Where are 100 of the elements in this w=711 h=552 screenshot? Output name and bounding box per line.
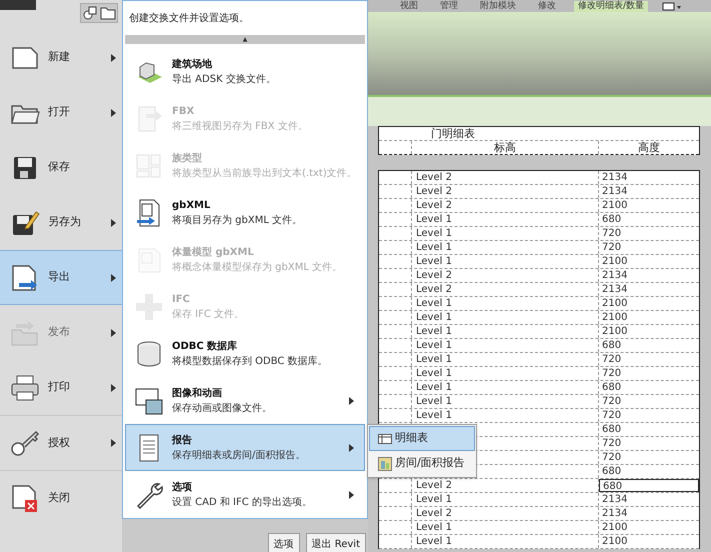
table-cell: Level 1 <box>416 494 452 505</box>
ribbon-tab[interactable]: 修改 <box>534 1 560 12</box>
table-cell: Level 1 <box>416 340 452 351</box>
panel-dropdown-icon[interactable] <box>662 2 682 12</box>
table-cell[interactable]: 2100 <box>599 521 699 534</box>
table-cell[interactable]: 720 <box>599 437 699 450</box>
table-cell[interactable]: 680 <box>599 479 699 492</box>
footer-button[interactable]: 选项 <box>268 533 300 552</box>
option-title: 建筑场地 <box>172 58 213 72</box>
key-icon <box>10 428 40 458</box>
option-description: 保存 IFC 文件。 <box>172 308 246 322</box>
submenu-item[interactable]: 房间/面积报告 <box>369 451 475 476</box>
option-description: 保存动画或图像文件。 <box>172 402 273 416</box>
option-title: 体量模型 gbXML <box>172 246 255 260</box>
option-title: 族类型 <box>172 152 203 166</box>
table-cell[interactable]: 720 <box>599 353 699 366</box>
panel-header: 创建交换文件并设置选项。 <box>128 12 250 26</box>
ribbon-tab[interactable]: 附加模块 <box>476 1 520 12</box>
option-title: FBX <box>172 104 196 118</box>
ribbon-tab[interactable]: 管理 <box>436 1 462 12</box>
submenu-item[interactable]: 明细表 <box>369 426 475 451</box>
table-cell: Level 1 <box>416 214 452 225</box>
export-option[interactable]: 图像和动画 保存动画或图像文件。 <box>125 377 365 424</box>
table-cell: Level 2 <box>416 508 452 519</box>
export-option[interactable]: 报告 保存明细表或房间/面积报告。 <box>125 424 365 471</box>
room-report-icon <box>378 456 392 470</box>
table-cell: Level 1 <box>416 382 452 393</box>
table-cell: Level 1 <box>416 396 452 407</box>
table-cell[interactable]: 680 <box>599 339 699 352</box>
column-header[interactable]: 标高 <box>412 141 599 154</box>
table-cell[interactable]: 720 <box>599 227 699 240</box>
table-cell[interactable]: 2100 <box>599 325 699 338</box>
table-cell[interactable]: 2100 <box>599 311 699 324</box>
table-cell: Level 1 <box>416 326 452 337</box>
option-title: 选项 <box>172 480 193 494</box>
option-title: ODBC 数据库 <box>172 339 238 354</box>
table-cell: Level 1 <box>416 256 452 267</box>
menu-item[interactable]: 另存为 <box>0 195 122 250</box>
table-cell[interactable]: 2134 <box>599 171 699 184</box>
option-description: 将模型数据保存到 ODBC 数据库。 <box>172 354 329 368</box>
table-cell: Level 1 <box>416 242 452 253</box>
table-cell[interactable]: 720 <box>599 409 699 422</box>
schedule-title: 门明细表 <box>379 126 699 140</box>
option-title: gbXML <box>172 198 212 212</box>
table-cell: Level 2 <box>416 200 452 211</box>
table-cell[interactable]: 2134 <box>599 269 699 282</box>
export-option[interactable]: 建筑场地 导出 ADSK 交换文件。 <box>125 48 365 95</box>
table-cell[interactable]: 2134 <box>599 185 699 198</box>
ribbon-tab[interactable]: 视图 <box>396 1 422 12</box>
table-cell: Level 1 <box>416 312 452 323</box>
option-description: 导出 ADSK 交换文件。 <box>172 72 277 86</box>
table-cell: Level 2 <box>416 270 452 281</box>
table-cell[interactable]: 2134 <box>599 507 699 520</box>
table-cell[interactable]: 2100 <box>599 255 699 268</box>
table-cell[interactable]: 680 <box>599 465 699 478</box>
ribbon-tab[interactable]: 修改明细表/数量 <box>574 1 648 12</box>
menu-item[interactable]: 新建 <box>0 30 122 85</box>
table-cell[interactable]: 2100 <box>599 535 699 548</box>
printer-icon <box>10 372 40 402</box>
menu-item[interactable]: 打印 <box>0 360 122 415</box>
table-cell[interactable]: 680 <box>599 213 699 226</box>
table-cell[interactable]: 2134 <box>599 283 699 296</box>
menu-item[interactable]: 保存 <box>0 140 122 195</box>
table-cell[interactable]: 720 <box>599 451 699 464</box>
option-description: 将三维视图另存为 FBX 文件。 <box>172 120 309 134</box>
option-title: 图像和动画 <box>172 386 223 400</box>
table-cell: Level 2 <box>416 284 452 295</box>
table-cell: Level 2 <box>416 480 452 491</box>
table-cell: Level 1 <box>416 298 452 309</box>
table-cell: Level 1 <box>416 410 452 421</box>
table-cell[interactable]: 720 <box>599 241 699 254</box>
table-cell: Level 1 <box>416 354 452 365</box>
table-cell[interactable]: 720 <box>599 367 699 380</box>
film-image-icon <box>134 386 164 416</box>
table-cell[interactable]: 720 <box>599 395 699 408</box>
option-description: 保存明细表或房间/面积报告。 <box>172 448 306 462</box>
table-cell[interactable]: 680 <box>599 381 699 394</box>
column-header[interactable]: 高度 <box>599 141 699 154</box>
table-cell[interactable]: 680 <box>599 423 699 436</box>
document-close-icon <box>10 483 40 513</box>
shapes-icon[interactable] <box>81 4 99 22</box>
menu-item[interactable]: 打开 <box>0 85 122 140</box>
table-cell: Level 2 <box>416 172 452 183</box>
export-option[interactable]: gbXML 将项目另存为 gbXML 文件。 <box>125 189 365 236</box>
table-cell: Level 1 <box>416 536 452 547</box>
option-title: 报告 <box>172 434 193 448</box>
table-cell[interactable]: 2100 <box>599 199 699 212</box>
table-cell: Level 2 <box>416 186 452 197</box>
export-option[interactable]: 选项 设置 CAD 和 IFC 的导出选项。 <box>125 471 365 518</box>
option-title: IFC <box>172 292 191 306</box>
export-option[interactable]: ODBC 数据库 将模型数据保存到 ODBC 数据库。 <box>125 330 365 377</box>
option-description: 将项目另存为 gbXML 文件。 <box>172 214 304 228</box>
table-cell[interactable]: 2100 <box>599 297 699 310</box>
option-description: 设置 CAD 和 IFC 的导出选项。 <box>172 496 313 510</box>
footer-button[interactable]: 退出 Revit <box>306 533 366 552</box>
table-cell: Level 1 <box>416 522 452 533</box>
table-cell: Level 1 <box>416 368 452 379</box>
menu-item[interactable]: 导出 <box>0 250 122 305</box>
menu-item[interactable]: 关闭 <box>0 470 122 525</box>
table-cell[interactable]: 2134 <box>599 493 699 506</box>
